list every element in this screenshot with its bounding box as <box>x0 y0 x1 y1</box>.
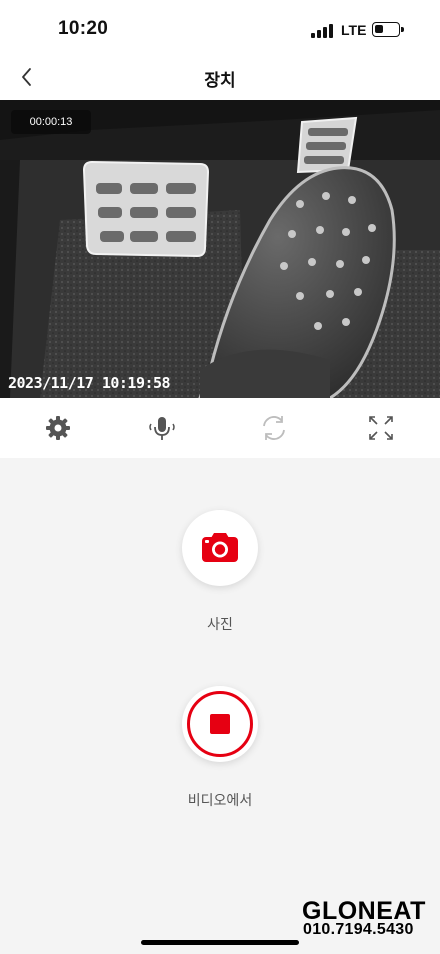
video-toolbar <box>0 398 440 458</box>
recording-timer: 00:00:13 <box>11 110 91 134</box>
camera-view-image <box>0 100 440 398</box>
battery-icon <box>372 22 404 37</box>
status-bar: 10:20 LTE <box>0 0 440 58</box>
gear-icon <box>46 416 70 440</box>
photo-label: 사진 <box>207 617 233 633</box>
stop-record-icon <box>210 714 230 734</box>
video-label: 비디오에서 <box>187 793 253 809</box>
rotate-button[interactable] <box>258 412 290 444</box>
watermark-phone: 010.7194.5430 <box>303 921 414 938</box>
status-time: 10:20 <box>58 18 109 39</box>
fullscreen-button[interactable] <box>365 412 397 444</box>
fullscreen-icon <box>369 416 393 440</box>
signal-icon <box>311 24 333 38</box>
home-indicator[interactable] <box>141 940 299 945</box>
video-timestamp: 2023/11/17 10:19:58 <box>8 374 171 392</box>
rotate-icon <box>263 416 285 440</box>
network-label: LTE <box>341 22 367 38</box>
nav-bar: 장치 <box>0 58 440 100</box>
settings-button[interactable] <box>42 412 74 444</box>
camera-icon <box>202 533 238 562</box>
page-title: 장치 <box>204 71 236 91</box>
stop-recording-button[interactable] <box>182 686 258 762</box>
video-feed[interactable]: 00:00:13 2023/11/17 10:19:58 <box>0 100 440 398</box>
take-photo-button[interactable] <box>182 510 258 586</box>
microphone-icon <box>149 417 175 440</box>
microphone-button[interactable] <box>146 412 178 444</box>
